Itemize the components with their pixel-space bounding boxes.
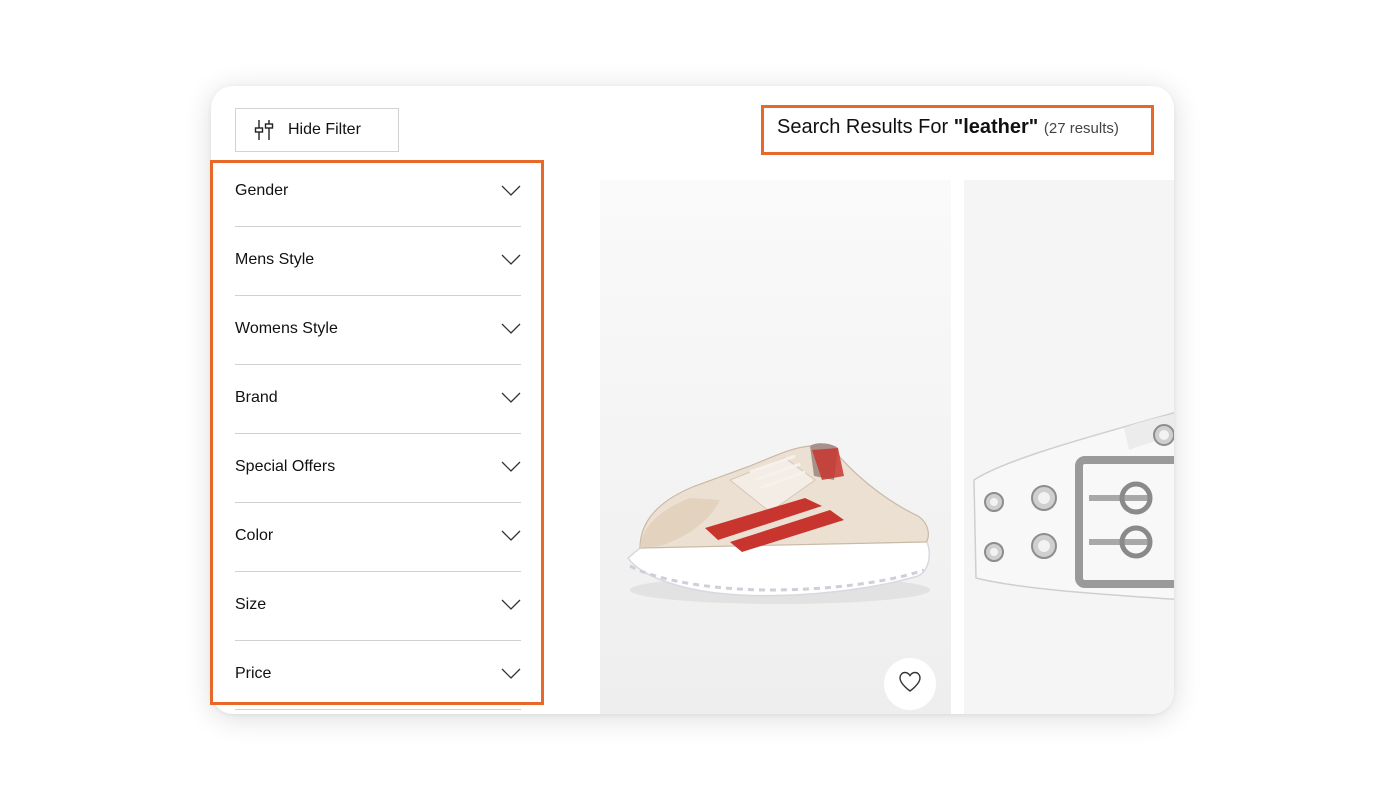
filter-label: Size xyxy=(235,596,267,613)
filter-label: Brand xyxy=(235,389,278,406)
sliders-icon xyxy=(253,119,275,141)
product-image-belt xyxy=(964,180,1174,714)
chevron-down-icon xyxy=(501,183,521,201)
chevron-down-icon xyxy=(501,252,521,270)
product-card-sneaker[interactable] xyxy=(600,180,951,714)
chevron-down-icon xyxy=(501,597,521,615)
heart-icon xyxy=(898,671,922,698)
product-card-belt[interactable] xyxy=(964,180,1174,714)
filter-special-offers[interactable]: Special Offers xyxy=(235,434,521,503)
favorite-button[interactable] xyxy=(884,658,936,710)
filter-mens-style[interactable]: Mens Style xyxy=(235,227,521,296)
chevron-down-icon xyxy=(501,459,521,477)
filter-brand[interactable]: Brand xyxy=(235,365,521,434)
filter-label: Gender xyxy=(235,182,289,199)
hide-filter-label: Hide Filter xyxy=(288,121,361,138)
filter-label: Special Offers xyxy=(235,458,336,475)
search-results-heading: Search Results For "leather" (27 results… xyxy=(777,116,1119,139)
filter-label: Price xyxy=(235,665,272,682)
filter-sidebar: Gender Mens Style Womens Style Brand Spe… xyxy=(235,158,521,710)
chevron-down-icon xyxy=(501,321,521,339)
results-prefix: Search Results For xyxy=(777,116,954,138)
filter-label: Mens Style xyxy=(235,251,315,268)
chevron-down-icon xyxy=(501,528,521,546)
filter-color[interactable]: Color xyxy=(235,503,521,572)
filter-gender[interactable]: Gender xyxy=(235,158,521,227)
filter-size[interactable]: Size xyxy=(235,572,521,641)
filter-womens-style[interactable]: Womens Style xyxy=(235,296,521,365)
search-results-card: Hide Filter Gender Mens Style Womens Sty… xyxy=(211,86,1174,714)
chevron-down-icon xyxy=(501,390,521,408)
filter-label: Womens Style xyxy=(235,320,338,337)
results-count: (27 results) xyxy=(1043,120,1119,137)
product-image-sneaker xyxy=(600,180,951,714)
filter-price[interactable]: Price xyxy=(235,641,521,710)
chevron-down-icon xyxy=(501,666,521,684)
search-query: "leather" xyxy=(953,116,1039,138)
filter-label: Color xyxy=(235,527,274,544)
hide-filter-button[interactable]: Hide Filter xyxy=(235,108,399,152)
